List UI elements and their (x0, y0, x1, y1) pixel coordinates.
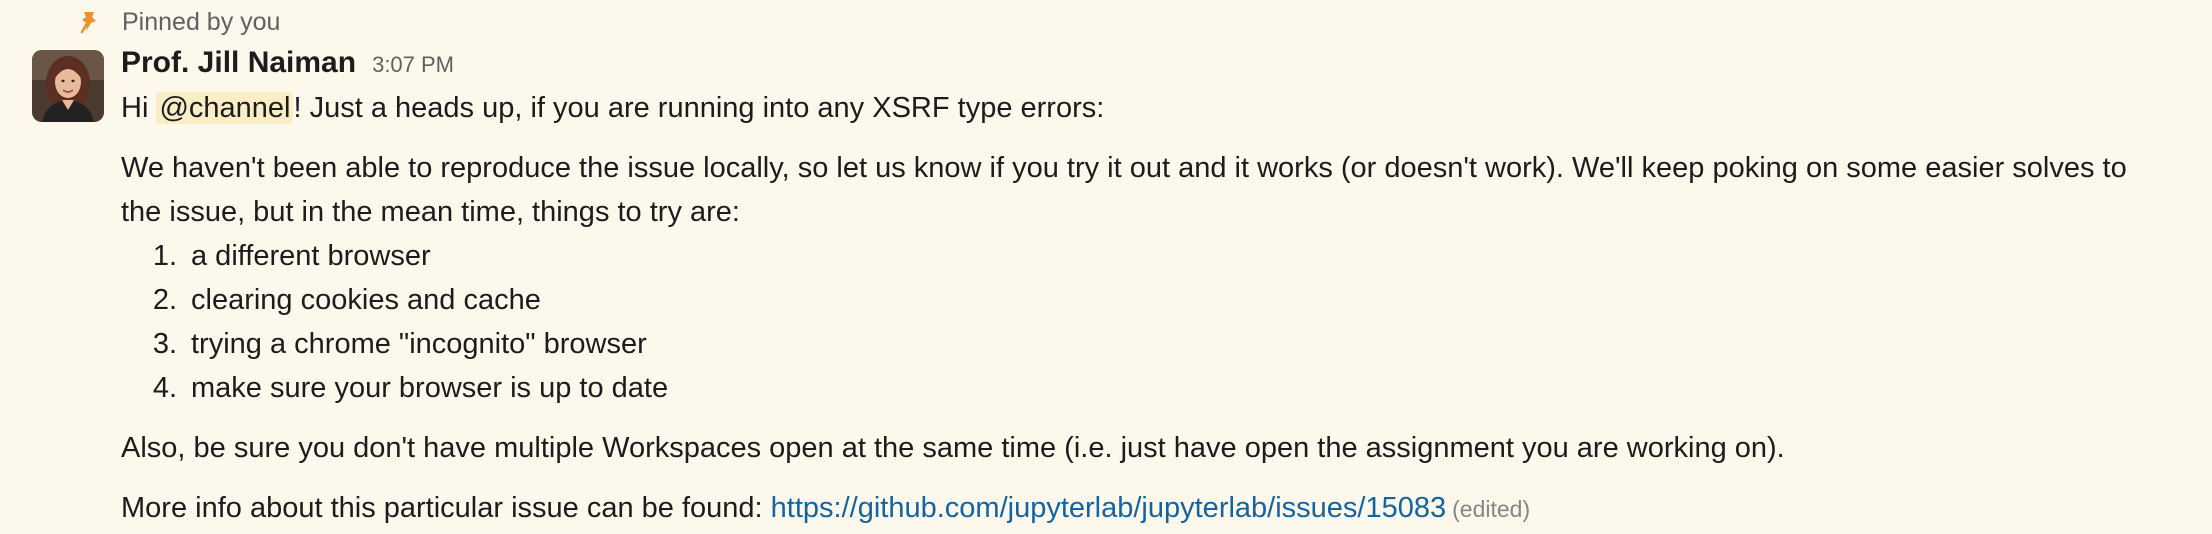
message-line-1: Hi @channel! Just a heads up, if you are… (121, 86, 2201, 130)
author-name[interactable]: Prof. Jill Naiman (121, 46, 356, 80)
list-item-text: clearing cookies and cache (191, 284, 541, 316)
list-item: 2. clearing cookies and cache (121, 278, 2201, 322)
list-number: 2. (152, 284, 177, 316)
channel-mention[interactable]: @channel (156, 92, 294, 124)
greeting-suffix: ! Just a heads up, if you are running in… (293, 92, 1105, 124)
list-number: 1. (152, 240, 177, 272)
list-item: 1. a different browser (121, 234, 2201, 278)
timestamp[interactable]: 3:07 PM (372, 52, 454, 78)
list-item-text: make sure your browser is up to date (191, 372, 669, 404)
message-header: Prof. Jill Naiman 3:07 PM (121, 46, 2201, 86)
list-item: 4. make sure your browser is up to date (121, 366, 2201, 410)
paragraph-2: We haven't been able to reproduce the is… (121, 146, 2201, 234)
paragraph-2-line-1: We haven't been able to reproduce the is… (121, 152, 2127, 184)
pinned-label: Pinned by you (122, 7, 281, 36)
troubleshooting-list: 1. a different browser 2. clearing cooki… (121, 234, 2201, 410)
list-item-text: trying a chrome "incognito" browser (191, 328, 647, 360)
paragraph-4: More info about this particular issue ca… (121, 486, 2201, 531)
pin-icon (78, 9, 104, 35)
paragraph-4-text: More info about this particular issue ca… (121, 492, 763, 524)
pinned-indicator: Pinned by you (78, 6, 280, 38)
list-item-text: a different browser (191, 240, 431, 272)
paragraph-2-line-2: the issue, but in the mean time, things … (121, 196, 740, 228)
avatar[interactable] (32, 50, 104, 122)
github-issue-link[interactable]: https://github.com/jupyterlab/jupyterlab… (771, 492, 1446, 524)
list-number: 4. (152, 372, 177, 404)
paragraph-3: Also, be sure you don't have multiple Wo… (121, 432, 1785, 464)
list-number: 3. (152, 328, 177, 360)
message: Prof. Jill Naiman 3:07 PM Hi @channel! J… (121, 46, 2201, 531)
list-item: 3. trying a chrome "incognito" browser (121, 322, 2201, 366)
greeting-text: Hi (121, 92, 149, 124)
edited-label: (edited) (1452, 496, 1531, 522)
